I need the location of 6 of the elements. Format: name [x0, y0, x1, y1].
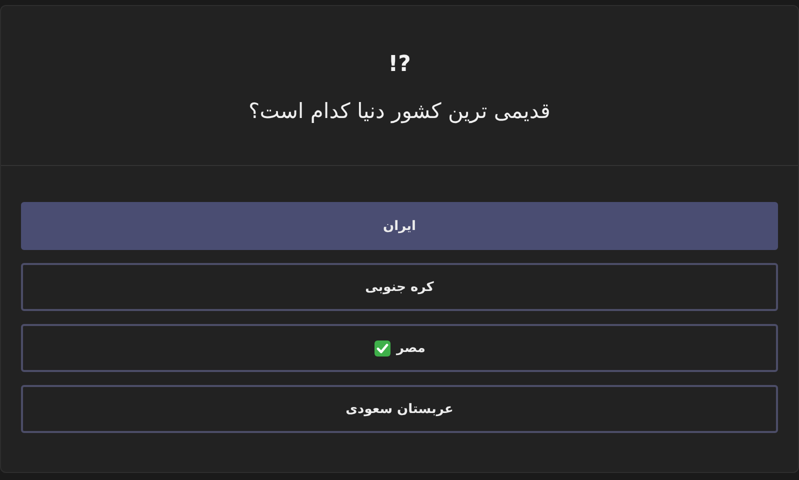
answer-option[interactable]: عربستان سعودی — [21, 385, 778, 433]
answer-option[interactable]: ایران — [21, 202, 778, 250]
answer-option[interactable]: مصر — [21, 324, 778, 372]
answer-option[interactable]: کره جنوبی — [21, 263, 778, 311]
quiz-mark: !? — [388, 52, 411, 77]
question-text: قدیمی ترین کشور دنیا کدام است؟ — [248, 99, 550, 123]
